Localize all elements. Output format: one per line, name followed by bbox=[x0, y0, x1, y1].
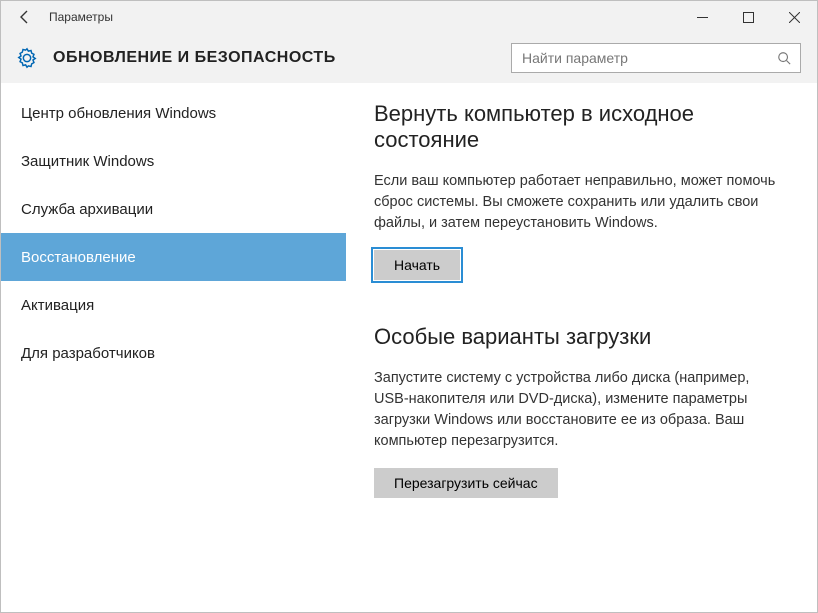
arrow-left-icon bbox=[17, 9, 33, 25]
section-heading: Особые варианты загрузки bbox=[374, 324, 787, 350]
search-icon bbox=[776, 50, 792, 66]
sidebar-item-activation[interactable]: Активация bbox=[1, 281, 346, 329]
maximize-button[interactable] bbox=[725, 1, 771, 33]
start-reset-button[interactable]: Начать bbox=[374, 250, 460, 280]
maximize-icon bbox=[743, 12, 754, 23]
search-input[interactable] bbox=[520, 49, 776, 67]
section-body: Если ваш компьютер работает неправильно,… bbox=[374, 171, 787, 234]
sidebar-item-label: Для разработчиков bbox=[21, 345, 155, 362]
main-panel: Вернуть компьютер в исходное состояние Е… bbox=[346, 83, 817, 612]
close-button[interactable] bbox=[771, 1, 817, 33]
section-advanced-startup: Особые варианты загрузки Запустите систе… bbox=[374, 324, 787, 498]
section-reset-pc: Вернуть компьютер в исходное состояние Е… bbox=[374, 101, 787, 280]
sidebar-item-label: Служба архивации bbox=[21, 201, 153, 218]
sidebar-item-windows-update[interactable]: Центр обновления Windows bbox=[1, 89, 346, 137]
sidebar-item-label: Центр обновления Windows bbox=[21, 105, 216, 122]
minimize-icon bbox=[697, 12, 708, 23]
section-heading: Вернуть компьютер в исходное состояние bbox=[374, 101, 787, 153]
search-box[interactable] bbox=[511, 43, 801, 73]
sidebar-item-label: Активация bbox=[21, 297, 94, 314]
sidebar-item-label: Защитник Windows bbox=[21, 153, 154, 170]
close-icon bbox=[789, 12, 800, 23]
minimize-button[interactable] bbox=[679, 1, 725, 33]
sidebar-item-backup[interactable]: Служба архивации bbox=[1, 185, 346, 233]
restart-now-button[interactable]: Перезагрузить сейчас bbox=[374, 468, 558, 498]
section-body: Запустите систему с устройства либо диск… bbox=[374, 368, 787, 452]
sidebar-item-developers[interactable]: Для разработчиков bbox=[1, 329, 346, 377]
title-bar: Параметры bbox=[1, 1, 817, 33]
page-title: ОБНОВЛЕНИЕ И БЕЗОПАСНОСТЬ bbox=[53, 49, 511, 67]
sidebar-item-label: Восстановление bbox=[21, 249, 136, 266]
back-button[interactable] bbox=[9, 1, 41, 33]
sidebar-item-defender[interactable]: Защитник Windows bbox=[1, 137, 346, 185]
settings-gear-icon bbox=[15, 46, 39, 70]
sidebar: Центр обновления Windows Защитник Window… bbox=[1, 83, 346, 612]
window-title: Параметры bbox=[49, 10, 113, 24]
sidebar-item-recovery[interactable]: Восстановление bbox=[1, 233, 346, 281]
window-controls bbox=[679, 1, 817, 33]
page-header: ОБНОВЛЕНИЕ И БЕЗОПАСНОСТЬ bbox=[1, 33, 817, 83]
content-area: Центр обновления Windows Защитник Window… bbox=[1, 83, 817, 612]
